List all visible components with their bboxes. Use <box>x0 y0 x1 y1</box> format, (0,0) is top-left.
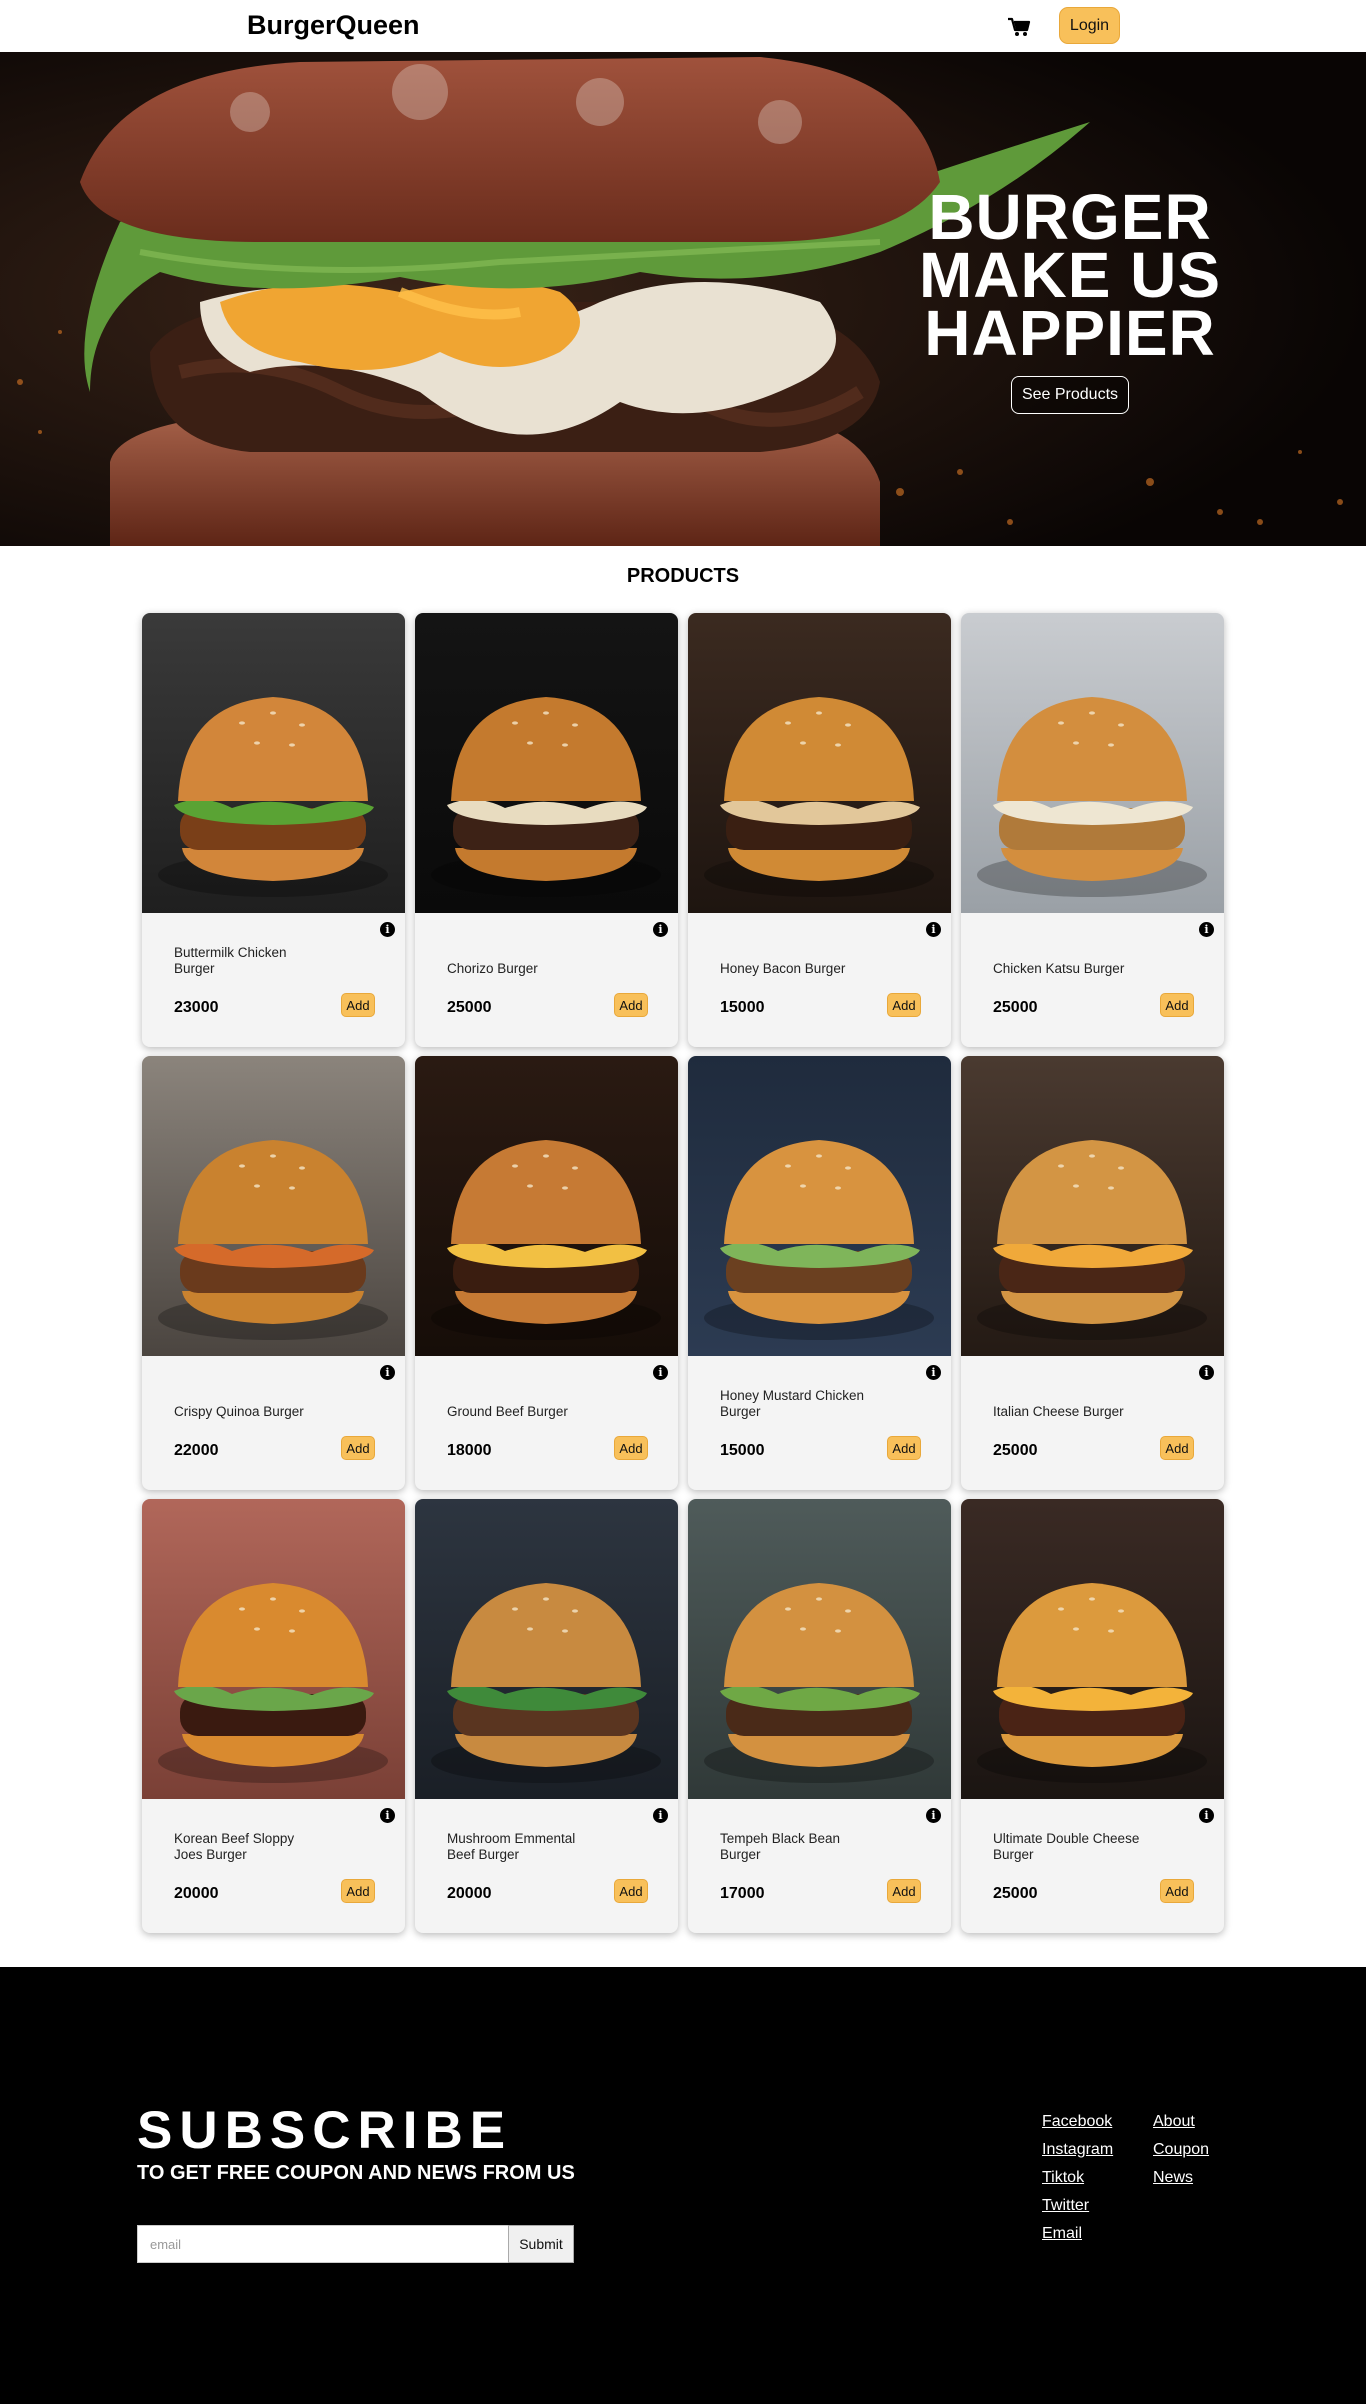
info-icon[interactable]: i <box>1199 1808 1214 1823</box>
social-links: Facebook Instagram Tiktok Twitter Email <box>1042 2112 1113 2244</box>
add-to-cart-button[interactable]: Add <box>887 993 921 1017</box>
product-image <box>961 1056 1224 1356</box>
product-price: 22000 <box>174 1442 219 1459</box>
add-to-cart-button[interactable]: Add <box>341 993 375 1017</box>
product-grid: i Buttermilk Chicken Burger 23000 Add i … <box>142 613 1224 1933</box>
product-image <box>688 613 951 913</box>
product-card[interactable]: i Italian Cheese Burger 25000 Add <box>961 1056 1224 1490</box>
brand-logo[interactable]: BurgerQueen <box>247 10 420 41</box>
subscribe-title: SUBSCRIBE <box>137 2101 513 2160</box>
info-icon[interactable]: i <box>926 922 941 937</box>
add-to-cart-button[interactable]: Add <box>341 1879 375 1903</box>
info-icon[interactable]: i <box>380 922 395 937</box>
info-icon[interactable]: i <box>380 1365 395 1380</box>
email-link[interactable]: Email <box>1042 2224 1113 2244</box>
product-image <box>688 1056 951 1356</box>
add-to-cart-button[interactable]: Add <box>614 1879 648 1903</box>
product-name: Ultimate Double Cheese Burger <box>993 1831 1140 1862</box>
hero-banner: BURGER MAKE US HAPPIER See Products <box>0 52 1366 546</box>
product-price: 20000 <box>447 1885 492 1902</box>
product-card[interactable]: i Honey Mustard Chicken Burger 15000 Add <box>688 1056 951 1490</box>
subscribe-subtitle: TO GET FREE COUPON AND NEWS FROM US <box>137 2162 575 2184</box>
info-icon[interactable]: i <box>653 1365 668 1380</box>
add-to-cart-button[interactable]: Add <box>341 1436 375 1460</box>
submit-button[interactable]: Submit <box>508 2225 574 2263</box>
hero-line-3: HAPPIER <box>924 297 1216 369</box>
product-image <box>961 613 1224 913</box>
product-image <box>961 1499 1224 1799</box>
product-image <box>415 613 678 913</box>
product-card[interactable]: i Chicken Katsu Burger 25000 Add <box>961 613 1224 1047</box>
email-input[interactable]: email <box>137 2225 509 2263</box>
product-name: Mushroom Emmental Beef Burger <box>447 1831 576 1862</box>
product-price: 25000 <box>993 1442 1038 1459</box>
add-to-cart-button[interactable]: Add <box>887 1436 921 1460</box>
hero-line-2: MAKE US <box>918 239 1222 311</box>
product-card[interactable]: i Mushroom Emmental Beef Burger 20000 Ad… <box>415 1499 678 1933</box>
product-image <box>415 1056 678 1356</box>
login-button[interactable]: Login <box>1059 7 1120 44</box>
product-name: Buttermilk Chicken Burger <box>174 945 287 976</box>
news-link[interactable]: News <box>1153 2168 1209 2188</box>
product-price: 20000 <box>174 1885 219 1902</box>
product-name: Chicken Katsu Burger <box>993 961 1125 976</box>
product-card[interactable]: i Korean Beef Sloppy Joes Burger 20000 A… <box>142 1499 405 1933</box>
product-card[interactable]: i Ultimate Double Cheese Burger 25000 Ad… <box>961 1499 1224 1933</box>
product-price: 23000 <box>174 999 219 1016</box>
see-products-button[interactable]: See Products <box>1011 376 1129 414</box>
product-card[interactable]: i Honey Bacon Burger 15000 Add <box>688 613 951 1047</box>
product-card[interactable]: i Buttermilk Chicken Burger 23000 Add <box>142 613 405 1047</box>
add-to-cart-button[interactable]: Add <box>614 993 648 1017</box>
product-price: 15000 <box>720 999 765 1016</box>
top-navbar: BurgerQueen Login <box>0 0 1366 52</box>
product-name: Chorizo Burger <box>447 961 538 976</box>
add-to-cart-button[interactable]: Add <box>1160 1879 1194 1903</box>
product-name: Italian Cheese Burger <box>993 1404 1124 1419</box>
product-image <box>142 613 405 913</box>
cart-icon[interactable] <box>1006 16 1032 38</box>
info-icon[interactable]: i <box>653 922 668 937</box>
product-card[interactable]: i Tempeh Black Bean Burger 17000 Add <box>688 1499 951 1933</box>
add-to-cart-button[interactable]: Add <box>614 1436 648 1460</box>
info-icon[interactable]: i <box>1199 922 1214 937</box>
add-to-cart-button[interactable]: Add <box>1160 1436 1194 1460</box>
product-price: 17000 <box>720 1885 765 1902</box>
coupon-link[interactable]: Coupon <box>1153 2140 1209 2160</box>
site-links: About Coupon News <box>1153 2112 1209 2188</box>
product-image <box>142 1499 405 1799</box>
tiktok-link[interactable]: Tiktok <box>1042 2168 1113 2188</box>
product-price: 18000 <box>447 1442 492 1459</box>
product-card[interactable]: i Crispy Quinoa Burger 22000 Add <box>142 1056 405 1490</box>
product-card[interactable]: i Ground Beef Burger 18000 Add <box>415 1056 678 1490</box>
hero-line-1: BURGER <box>928 181 1212 253</box>
product-price: 25000 <box>447 999 492 1016</box>
product-image <box>415 1499 678 1799</box>
product-name: Honey Bacon Burger <box>720 961 846 976</box>
product-image <box>688 1499 951 1799</box>
hero-headline: BURGER MAKE US HAPPIER <box>880 181 1260 369</box>
facebook-link[interactable]: Facebook <box>1042 2112 1113 2132</box>
footer: SUBSCRIBE TO GET FREE COUPON AND NEWS FR… <box>0 1967 1366 2404</box>
about-link[interactable]: About <box>1153 2112 1209 2132</box>
product-card[interactable]: i Chorizo Burger 25000 Add <box>415 613 678 1047</box>
product-name: Korean Beef Sloppy Joes Burger <box>174 1831 295 1862</box>
product-name: Ground Beef Burger <box>447 1404 568 1419</box>
product-price: 25000 <box>993 999 1038 1016</box>
product-price: 25000 <box>993 1885 1038 1902</box>
product-image <box>142 1056 405 1356</box>
twitter-link[interactable]: Twitter <box>1042 2196 1113 2216</box>
product-price: 15000 <box>720 1442 765 1459</box>
info-icon[interactable]: i <box>926 1365 941 1380</box>
info-icon[interactable]: i <box>926 1808 941 1823</box>
product-name: Crispy Quinoa Burger <box>174 1404 304 1419</box>
add-to-cart-button[interactable]: Add <box>1160 993 1194 1017</box>
info-icon[interactable]: i <box>1199 1365 1214 1380</box>
add-to-cart-button[interactable]: Add <box>887 1879 921 1903</box>
product-name: Tempeh Black Bean Burger <box>720 1831 841 1862</box>
instagram-link[interactable]: Instagram <box>1042 2140 1113 2160</box>
products-heading: PRODUCTS <box>626 565 740 587</box>
info-icon[interactable]: i <box>380 1808 395 1823</box>
product-name: Honey Mustard Chicken Burger <box>720 1388 865 1419</box>
info-icon[interactable]: i <box>653 1808 668 1823</box>
